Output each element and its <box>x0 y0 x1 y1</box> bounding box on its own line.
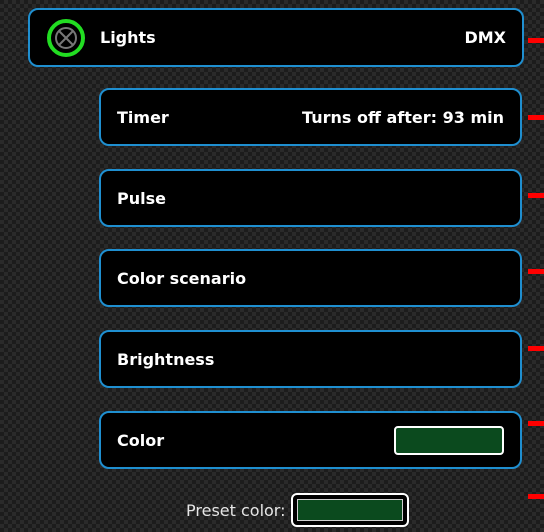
timer-row[interactable]: Timer Turns off after: 93 min <box>99 88 522 146</box>
preset-color-swatch[interactable] <box>291 493 410 527</box>
timer-label: Timer <box>117 107 169 127</box>
row-marker <box>528 346 544 351</box>
pulse-row[interactable]: Pulse <box>99 169 522 227</box>
color-label: Color <box>117 430 165 450</box>
brightness-row[interactable]: Brightness <box>99 330 522 388</box>
row-marker <box>528 494 544 499</box>
color-swatch[interactable] <box>394 425 504 455</box>
brightness-label: Brightness <box>117 349 215 369</box>
color-scenario-label: Color scenario <box>117 268 247 288</box>
row-marker <box>528 269 544 274</box>
color-scenario-row[interactable]: Color scenario <box>99 249 522 307</box>
row-marker <box>528 115 544 120</box>
lights-label: Lights <box>100 28 156 47</box>
lights-row[interactable]: Lights DMX <box>28 8 524 67</box>
lightbulb-x-icon <box>47 18 85 57</box>
row-marker <box>528 193 544 198</box>
preset-color-row: Preset color: <box>186 492 410 528</box>
color-row[interactable]: Color <box>99 411 522 469</box>
row-marker <box>528 421 544 426</box>
row-marker <box>528 38 544 43</box>
lights-mode-label: DMX <box>464 28 506 47</box>
timer-value: Turns off after: 93 min <box>302 107 504 127</box>
pulse-label: Pulse <box>117 188 166 208</box>
preset-color-label: Preset color: <box>186 500 286 520</box>
preset-color-fill <box>297 499 404 521</box>
